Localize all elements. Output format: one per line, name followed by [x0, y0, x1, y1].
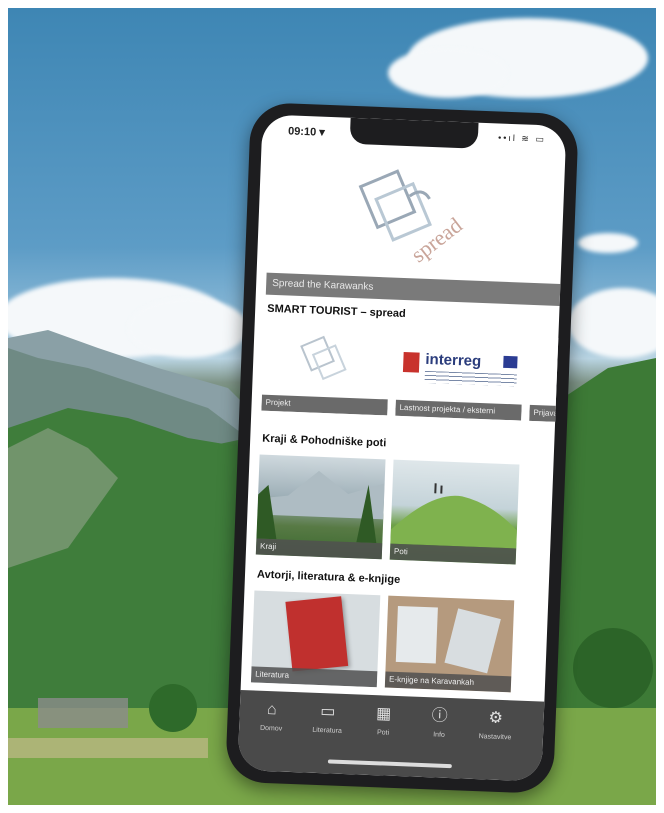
- tab-label: Domov: [259, 724, 283, 733]
- tab-bar: ⌂ Domov ▭ Literatura ▦ Poti ⓘ Info ⚙ Nas…: [237, 689, 545, 782]
- trails-card[interactable]: Poti: [389, 459, 520, 565]
- smartphone: 09:10 ▾ ••ıl ≋ ▭ spread Spread the Karaw…: [225, 101, 579, 795]
- map-icon: ▦: [375, 705, 392, 723]
- eu-flag-icon: [503, 355, 518, 369]
- section-title: SMART TOURIST – spread: [267, 302, 406, 321]
- home-indicator: [327, 759, 452, 769]
- logo-graphic: [358, 169, 432, 242]
- notch: [349, 117, 479, 149]
- white-book-image: [444, 608, 501, 674]
- section-title: Avtorji, literatura & e-knjige: [256, 568, 401, 587]
- spread-logo: spread: [337, 153, 482, 278]
- interreg-subtext-lines: [424, 370, 517, 387]
- tab-literature[interactable]: ▭ Literatura: [301, 700, 354, 735]
- tab-label: Poti: [376, 729, 390, 737]
- home-icon: ⌂: [266, 701, 278, 719]
- status-icons: ••ıl ≋ ▭: [497, 132, 547, 145]
- card-label: Lastnost projekta / eksterni: [395, 399, 522, 421]
- phone-screen: 09:10 ▾ ••ıl ≋ ▭ spread Spread the Karaw…: [237, 114, 567, 782]
- interreg-text: interreg: [425, 350, 482, 370]
- background-photo: 09:10 ▾ ••ıl ≋ ▭ spread Spread the Karaw…: [8, 8, 656, 805]
- literature-card[interactable]: Literatura: [250, 590, 381, 688]
- card-row: Literatura E-knjige na Karavankah: [250, 590, 548, 693]
- settings-icon: ⚙: [488, 709, 504, 728]
- card-label: Poti: [389, 543, 517, 565]
- tab-label: Literatura: [312, 726, 342, 735]
- tab-info[interactable]: ⓘ Info: [413, 705, 466, 740]
- section-title: Kraji & Pohodniške poti: [262, 432, 387, 450]
- card-row: Kraji Poti: [255, 454, 554, 566]
- card-label: Literatura: [250, 666, 378, 688]
- app-banner: Spread the Karawanks: [265, 272, 561, 306]
- third-card[interactable]: Prijava: [529, 336, 563, 423]
- interreg-logo: interreg: [402, 350, 518, 390]
- interreg-card[interactable]: interreg Lastnost projekta / eksterni: [395, 331, 525, 421]
- project-card[interactable]: Projekt: [261, 326, 391, 416]
- hill-photo-thumb: [390, 483, 517, 549]
- book-icon: ▭: [319, 703, 336, 721]
- tab-settings[interactable]: ⚙ Nastavitve: [469, 707, 522, 742]
- info-icon: ⓘ: [431, 707, 449, 725]
- spread-mini-logo: [300, 335, 347, 381]
- places-card[interactable]: Kraji: [255, 454, 386, 560]
- tab-trails[interactable]: ▦ Poti: [357, 703, 410, 738]
- tab-home[interactable]: ⌂ Domov: [245, 698, 298, 733]
- mountain-photo-thumb: [256, 470, 385, 544]
- tab-label: Info: [433, 731, 445, 739]
- card-label: E-knjige na Karavankah: [384, 671, 512, 693]
- card-row: Projekt interreg Lastnost projekta / eks…: [261, 326, 563, 423]
- status-time: 09:10 ▾: [287, 125, 325, 139]
- interreg-mark-icon: [402, 351, 420, 373]
- ebooks-card[interactable]: E-knjige na Karavankah: [384, 595, 515, 693]
- card-label: Prijava: [529, 404, 560, 423]
- red-book-image: [285, 596, 349, 672]
- white-book-image: [395, 605, 438, 664]
- tab-label: Nastavitve: [478, 733, 512, 742]
- card-label: Kraji: [255, 538, 383, 560]
- card-label: Projekt: [261, 394, 388, 416]
